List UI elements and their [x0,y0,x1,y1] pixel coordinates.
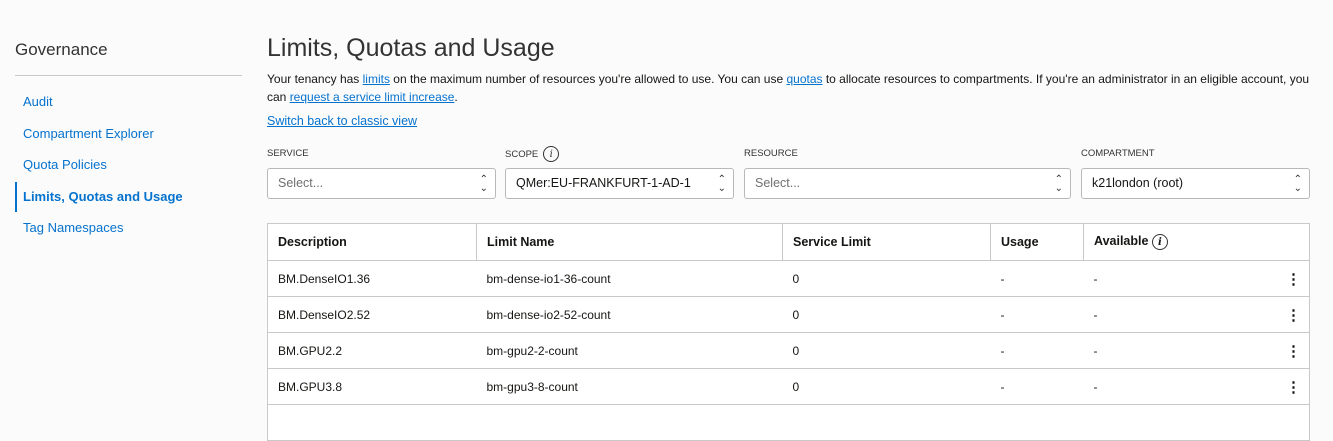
cell-available: - [1083,332,1271,369]
resource-select-value: Select... [755,176,801,190]
scope-select-value: QMer:EU-FRANKFURT-1-AD-1 [516,176,691,190]
cell-service-limit: 0 [782,332,991,369]
limits-link[interactable]: limits [363,72,390,86]
resource-select[interactable]: Select... ⌃ ⌄ [744,168,1071,199]
table-row: BM.DenseIO2.52 bm-dense-io2-52-count 0- - ⋮ [267,296,1310,333]
scope-label-text: SCOPE [505,148,539,160]
info-icon[interactable]: i [543,146,560,162]
cell-description: BM.DenseIO1.36 [267,260,477,297]
page-description: Your tenancy has limits on the maximum n… [267,70,1317,106]
resource-label-text: RESOURCE [744,148,798,159]
compartment-select[interactable]: k21london (root) ⌃ ⌄ [1081,168,1310,199]
cell-service-limit: 0 [782,260,991,297]
service-label: SERVICE [267,148,309,159]
switch-classic-view-link[interactable]: Switch back to classic view [267,114,417,128]
chevron-updown-icon: ⌃ ⌄ [1293,174,1302,194]
col-limit-name[interactable]: Limit Name [476,223,783,261]
sidebar-item-compartment-explorer[interactable]: Compartment Explorer [15,119,243,149]
chevron-updown-icon: ⌃ ⌄ [717,174,726,194]
col-usage[interactable]: Usage [990,223,1084,261]
table-row: BM.GPU3.8 bm-gpu3-8-count 0- - ⋮ [267,368,1310,405]
cell-description: BM.DenseIO2.52 [267,296,477,333]
cell-available: - [1083,296,1271,333]
table-row [267,404,1310,441]
service-label-text: SERVICE [267,148,309,159]
sidebar-divider [15,75,242,76]
row-actions-kebab-icon[interactable]: ⋮ [1270,296,1310,333]
compartment-select-value: k21london (root) [1092,176,1184,190]
cell-limit-name: bm-dense-io2-52-count [476,296,783,333]
chevron-updown-icon: ⌃ ⌄ [1054,174,1063,194]
info-icon[interactable]: i [1151,234,1168,251]
cell-usage: - [990,368,1084,405]
table-row: BM.DenseIO1.36 bm-dense-io1-36-count 0- - ⋮ [267,260,1310,297]
desc-text: on the maximum number of resources you'r… [389,72,787,86]
row-actions-kebab-icon[interactable]: ⋮ [1270,260,1310,297]
desc-text: . [454,90,458,104]
sidebar-item-tag-namespaces[interactable]: Tag Namespaces [15,213,243,243]
cell-description: BM.GPU2.2 [267,332,477,369]
table-header-row: Description Limit Name Service Limit Usa… [267,223,1310,261]
cell-usage: - [990,260,1084,297]
scope-label: SCOPE i [505,146,560,162]
cell-description: BM.GPU3.8 [267,368,477,405]
col-available-label: Available [1094,233,1149,248]
table-row-partial [267,404,1310,441]
compartment-label-text: COMPARTMENT [1081,148,1155,159]
cell-limit-name: bm-gpu2-2-count [476,332,783,369]
cell-usage: - [990,296,1084,333]
quotas-link[interactable]: quotas [786,72,822,86]
sidebar-item-quota-policies[interactable]: Quota Policies [15,150,243,180]
page-title: Limits, Quotas and Usage [267,34,555,62]
col-available[interactable]: Available i [1083,223,1310,261]
cell-limit-name: bm-gpu3-8-count [476,368,783,405]
chevron-updown-icon: ⌃ ⌄ [479,174,488,194]
cell-available: - [1083,260,1271,297]
cell-available: - [1083,368,1271,405]
scope-select[interactable]: QMer:EU-FRANKFURT-1-AD-1 ⌃ ⌄ [505,168,734,199]
resource-label: RESOURCE [744,148,798,159]
desc-text: Your tenancy has [267,72,363,86]
compartment-label: COMPARTMENT [1081,148,1155,159]
col-service-limit[interactable]: Service Limit [782,223,991,261]
service-select[interactable]: Select... ⌃ ⌄ [267,168,496,199]
request-limit-increase-link[interactable]: request a service limit increase [290,90,455,104]
cell-service-limit: 0 [782,296,991,333]
table-row: BM.GPU2.2 bm-gpu2-2-count 0- - ⋮ [267,332,1310,369]
sidebar-item-limits-quotas-usage[interactable]: Limits, Quotas and Usage [15,182,243,212]
sidebar-title: Governance [15,40,108,59]
sidebar-item-audit[interactable]: Audit [15,87,243,117]
limits-table: Description Limit Name Service Limit Usa… [267,223,1310,441]
cell-limit-name: bm-dense-io1-36-count [476,260,783,297]
cell-service-limit: 0 [782,368,991,405]
row-actions-kebab-icon[interactable]: ⋮ [1270,332,1310,369]
service-select-value: Select... [278,176,324,190]
cell-usage: - [990,332,1084,369]
col-description[interactable]: Description [267,223,477,261]
row-actions-kebab-icon[interactable]: ⋮ [1270,368,1310,405]
